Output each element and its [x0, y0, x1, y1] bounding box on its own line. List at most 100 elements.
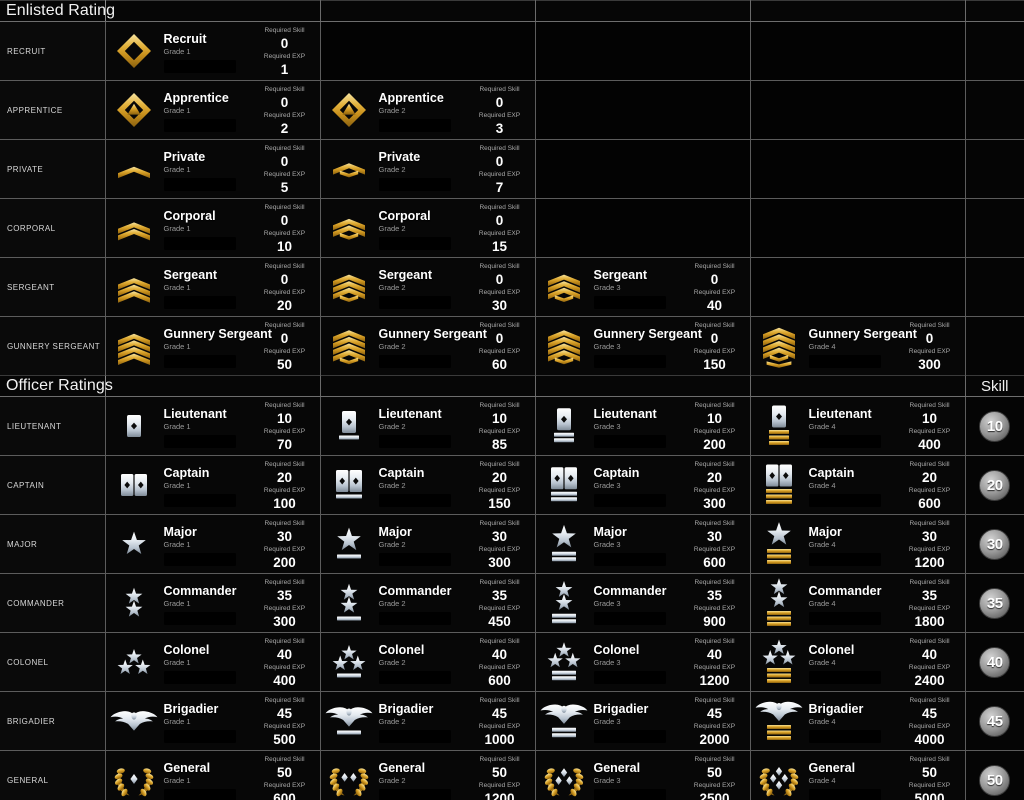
required-exp-label: Required EXP — [693, 604, 736, 612]
grade-cell[interactable]: Major Grade 1 Required Skill 30 Required EXP… — [105, 514, 321, 574]
required-skill-label: Required Skill — [264, 85, 305, 93]
grade-cell[interactable]: Captain Grade 4 Required Skill 20 Required E… — [750, 455, 966, 515]
required-exp-value: 150 — [703, 356, 726, 372]
section-header-spacer — [105, 375, 321, 397]
rank-row: LIEUTENANT Lieutenant Grade 1 Required Skil… — [0, 396, 1024, 456]
requirement-stats: Required Skill 0 Required EXP 5 — [254, 144, 316, 195]
grade-cell[interactable]: Gunnery Sergeant Grade 3 Required Skill 0 Re… — [535, 316, 751, 376]
chevron-2-gold-icon — [108, 202, 160, 254]
rank-grade: Grade 2 — [378, 657, 406, 667]
grade-cell[interactable]: Gunnery Sergeant Grade 4 Required Skill 0 Re… — [750, 316, 966, 376]
grade-cell[interactable]: Commander Grade 1 Required Skill 35 Required… — [105, 573, 321, 633]
required-exp-label: Required EXP — [478, 604, 521, 612]
grade-cell[interactable]: Corporal Grade 1 Required Skill 0 Required E… — [105, 198, 321, 258]
eagle-silver-icon — [323, 695, 375, 747]
rank-name: General — [808, 760, 856, 775]
grade-cell[interactable]: Brigadier Grade 4 Required Skill 45 Required… — [750, 691, 966, 751]
star-3-silver-icon — [753, 636, 805, 688]
redacted-description — [163, 354, 236, 368]
required-exp-value: 600 — [918, 495, 941, 511]
rank-grade: Grade 2 — [378, 105, 406, 115]
required-exp-label: Required EXP — [263, 229, 306, 237]
requirement-stats: Required Skill 50 Required EXP 5000 — [899, 755, 961, 800]
required-exp-value: 300 — [273, 613, 296, 629]
rank-name: Corporal — [378, 208, 431, 223]
grade-cell[interactable]: Major Grade 2 Required Skill 30 Required EXP… — [320, 514, 536, 574]
grade-cell[interactable]: Captain Grade 1 Required Skill 20 Required E… — [105, 455, 321, 515]
required-skill-label: Required Skill — [479, 203, 520, 211]
required-skill-label: Required Skill — [264, 321, 305, 329]
rank-name: Captain — [808, 465, 855, 480]
grade-cell[interactable]: Private Grade 1 Required Skill 0 Required EX… — [105, 139, 321, 199]
required-skill-label: Required Skill — [909, 578, 950, 586]
grade-cell[interactable]: Lieutenant Grade 2 Required Skill 10 Require… — [320, 396, 536, 456]
grade-cell[interactable]: Commander Grade 2 Required Skill 35 Required… — [320, 573, 536, 633]
required-exp-label: Required EXP — [263, 486, 306, 494]
grade-cell[interactable]: Major Grade 3 Required Skill 30 Required EXP… — [535, 514, 751, 574]
grade-cell[interactable]: Captain Grade 2 Required Skill 20 Required E… — [320, 455, 536, 515]
redacted-description — [163, 729, 236, 743]
rank-name: General — [378, 760, 426, 775]
grade-cell[interactable]: General Grade 3 Required Skill 50 Required E… — [535, 750, 751, 800]
grade-cell[interactable]: Commander Grade 3 Required Skill 35 Required… — [535, 573, 751, 633]
rank-row-label: GENERAL — [0, 750, 106, 800]
rank-name: Colonel — [163, 642, 210, 657]
grade-cell[interactable]: Apprentice Grade 1 Required Skill 0 Required… — [105, 80, 321, 140]
skill-badge-cell: 10 — [965, 396, 1024, 456]
grade-cell[interactable]: Colonel Grade 1 Required Skill 40 Required E… — [105, 632, 321, 692]
grade-cell[interactable]: Private Grade 2 Required Skill 0 Required EX… — [320, 139, 536, 199]
grade-cell[interactable]: Brigadier Grade 1 Required Skill 45 Required… — [105, 691, 321, 751]
skill-badge-cell: 40 — [965, 632, 1024, 692]
grade-cell[interactable]: Lieutenant Grade 3 Required Skill 10 Require… — [535, 396, 751, 456]
grade-cell[interactable]: General Grade 2 Required Skill 50 Required E… — [320, 750, 536, 800]
rank-grade: Grade 3 — [593, 421, 621, 431]
required-skill-label: Required Skill — [479, 519, 520, 527]
required-skill-label: Required Skill — [264, 460, 305, 468]
grade-cell[interactable]: Recruit Grade 1 Required Skill 0 Required EX… — [105, 21, 321, 81]
requirement-stats: Required Skill 35 Required EXP 450 — [469, 578, 531, 629]
grade-cell[interactable]: Colonel Grade 2 Required Skill 40 Required E… — [320, 632, 536, 692]
grade-cell[interactable]: Brigadier Grade 3 Required Skill 45 Required… — [535, 691, 751, 751]
required-skill-value: 35 — [276, 587, 293, 603]
skill-badge: 35 — [979, 587, 1011, 619]
required-skill-value: 45 — [706, 705, 723, 721]
wreath-3-gold-icon — [538, 754, 590, 800]
grade-cell[interactable]: Sergeant Grade 1 Required Skill 0 Required E… — [105, 257, 321, 317]
grade-cell[interactable]: Lieutenant Grade 4 Required Skill 10 Require… — [750, 396, 966, 456]
rank-name: Captain — [163, 465, 210, 480]
grade-cell[interactable]: Corporal Grade 2 Required Skill 0 Required E… — [320, 198, 536, 258]
grade-cell[interactable]: Gunnery Sergeant Grade 2 Required Skill 0 Re… — [320, 316, 536, 376]
rank-grade: Grade 4 — [808, 421, 836, 431]
grade-cell[interactable]: General Grade 1 Required Skill 50 Required E… — [105, 750, 321, 800]
required-exp-value: 4000 — [914, 731, 945, 747]
grade-cell[interactable]: Gunnery Sergeant Grade 1 Required Skill 0 Re… — [105, 316, 321, 376]
grade-cell[interactable]: Major Grade 4 Required Skill 30 Required EXP… — [750, 514, 966, 574]
grade-cell[interactable]: Sergeant Grade 3 Required Skill 0 Required E… — [535, 257, 751, 317]
grade-cell[interactable]: Lieutenant Grade 1 Required Skill 10 Require… — [105, 396, 321, 456]
grade-cell[interactable]: Brigadier Grade 2 Required Skill 45 Required… — [320, 691, 536, 751]
rank-row-label: BRIGADIER — [0, 691, 106, 751]
rank-name: Colonel — [808, 642, 855, 657]
redacted-description — [163, 59, 236, 73]
redacted-description — [163, 177, 236, 191]
grade-cell-empty — [535, 21, 751, 81]
required-exp-label: Required EXP — [263, 604, 306, 612]
rank-grade: Grade 1 — [163, 341, 191, 351]
required-skill-label: Required Skill — [479, 578, 520, 586]
rank-name: Brigadier — [378, 701, 434, 716]
grade-cell[interactable]: Colonel Grade 3 Required Skill 40 Required E… — [535, 632, 751, 692]
rank-row-label: MAJOR — [0, 514, 106, 574]
grade-cell[interactable]: Colonel Grade 4 Required Skill 40 Required E… — [750, 632, 966, 692]
grade-cell[interactable]: General Grade 4 Required Skill 50 Required E… — [750, 750, 966, 800]
grade-cell[interactable]: Sergeant Grade 2 Required Skill 0 Required E… — [320, 257, 536, 317]
grade-cell[interactable]: Captain Grade 3 Required Skill 20 Required E… — [535, 455, 751, 515]
rank-row: MAJOR Major Grade 1 Required Skill 30 Require… — [0, 514, 1024, 574]
rank-grade: Grade 4 — [808, 775, 836, 785]
rank-grade: Grade 4 — [808, 657, 836, 667]
grade-cell[interactable]: Apprentice Grade 2 Required Skill 0 Required… — [320, 80, 536, 140]
required-skill-value: 0 — [280, 35, 289, 51]
rank-grade: Grade 3 — [593, 539, 621, 549]
grade-cell[interactable]: Commander Grade 4 Required Skill 35 Required… — [750, 573, 966, 633]
requirement-stats: Required Skill 50 Required EXP 1200 — [469, 755, 531, 800]
required-exp-label: Required EXP — [263, 663, 306, 671]
